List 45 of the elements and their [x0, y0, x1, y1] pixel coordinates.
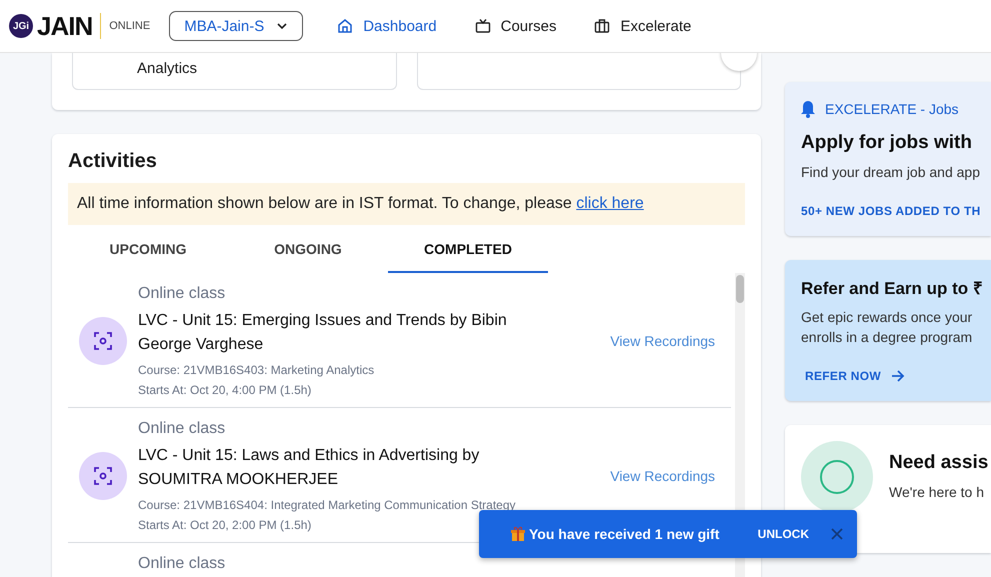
card-text: We're here to h: [889, 483, 986, 502]
gift-icon: [511, 526, 525, 542]
arrow-right-icon: [891, 370, 906, 382]
card-title: Need assis: [889, 452, 988, 474]
activity-type: Online class: [138, 555, 226, 573]
card-text: Find your dream job and app: [801, 163, 981, 182]
jobs-link[interactable]: 50+ NEW JOBS ADDED TO TH: [801, 204, 981, 218]
tv-icon: [474, 18, 491, 34]
activity-tab[interactable]: UPCOMING: [68, 233, 228, 273]
activity-tab[interactable]: COMPLETED: [388, 233, 548, 273]
view-recordings-link[interactable]: View Recordings: [610, 333, 716, 349]
card-title: Apply for jobs with: [801, 132, 973, 154]
camera-focus-icon: [79, 452, 127, 500]
briefcase-icon: [594, 18, 610, 34]
camera-focus-icon: [79, 317, 127, 365]
activity-title: LVC - Unit 15: Laws and Ethics in Advertising by SOUMITRA MOOKHERJEE: [138, 446, 480, 490]
logo-text: JAIN: [37, 10, 92, 42]
card-text: Get epic rewards once your enrolls in a degree program: [801, 308, 974, 347]
bell-icon: [801, 100, 815, 118]
course-card[interactable]: Analytics: [72, 53, 396, 90]
section-title: Activities: [68, 150, 158, 173]
program-select[interactable]: MBA-Jain-S: [169, 11, 304, 41]
activity-type: Online class: [138, 420, 226, 438]
click-here-link[interactable]: click here: [576, 195, 644, 212]
course-name: Course: 21VMB16S403: Marketing Analytics: [138, 363, 376, 377]
nav-link[interactable]: Excelerate: [594, 18, 692, 34]
activity-tab[interactable]: ONGOING: [228, 233, 388, 273]
nav-link[interactable]: Courses: [474, 18, 556, 34]
refer-now-link[interactable]: REFER NOW: [805, 369, 906, 383]
start-time: Starts At: Oct 20, 4:00 PM (1.5h): [138, 383, 312, 397]
card-title: Refer and Earn up to ₹: [801, 278, 984, 299]
home-icon: [337, 18, 354, 34]
start-time: Starts At: Oct 20, 2:00 PM (1.5h): [138, 518, 312, 532]
logo-badge: JGi: [9, 14, 33, 38]
logo-tagline: ONLINE: [109, 20, 150, 32]
nav-link[interactable]: Dashboard: [337, 18, 437, 34]
chevron-down-icon: [276, 22, 288, 30]
view-recordings-link[interactable]: View Recordings: [610, 468, 716, 484]
timezone-notice: All time information shown below are in IST format. To change, please click here: [68, 183, 745, 225]
activity-title: LVC - Unit 15: Emerging Issues and Trends by Bibin George Varghese: [138, 311, 508, 355]
toast-message: You have received 1 new gift: [529, 526, 720, 542]
unlock-button[interactable]: UNLOCK: [758, 527, 809, 541]
activity-type: Online class: [138, 285, 226, 303]
card-label: EXCELERATE - Jobs: [825, 101, 959, 117]
close-icon[interactable]: [831, 528, 843, 540]
